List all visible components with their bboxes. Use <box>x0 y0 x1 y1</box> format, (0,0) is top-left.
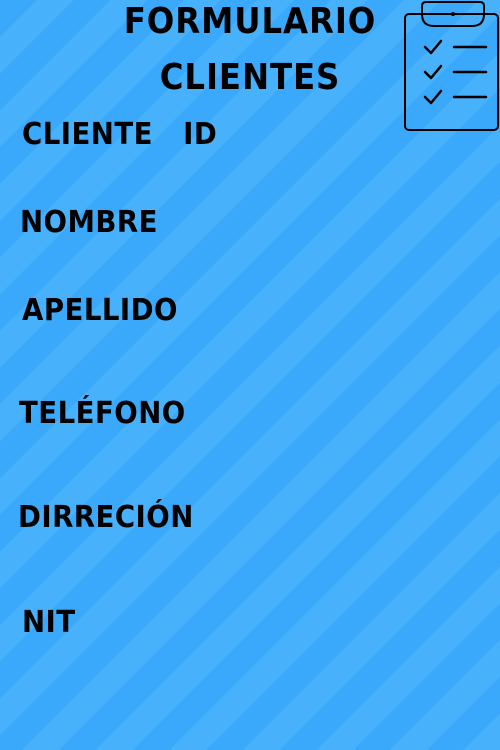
telefono-label: TELÉFONO <box>19 396 186 431</box>
cliente-id-label: CLIENTE ID <box>22 117 218 152</box>
apellido-label: APELLIDO <box>22 293 178 328</box>
direccion-label: DIRRECIÓN <box>18 500 194 535</box>
nit-label: NIT <box>22 605 76 640</box>
clipboard-checklist-icon <box>404 1 499 131</box>
nombre-label: NOMBRE <box>20 205 158 240</box>
